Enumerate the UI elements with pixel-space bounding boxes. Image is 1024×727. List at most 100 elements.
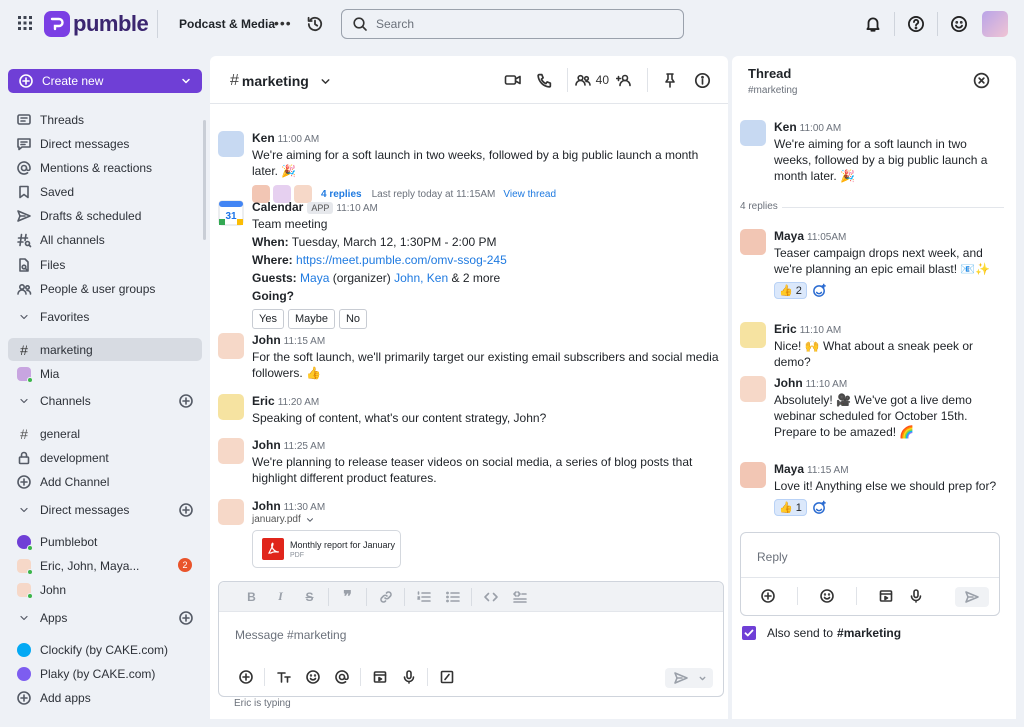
sender-name[interactable]: Calendar: [252, 200, 303, 214]
close-icon[interactable]: [973, 72, 990, 89]
sidebar-item-plaky[interactable]: Plaky (by CAKE.com): [8, 662, 202, 685]
thread-reply[interactable]: Maya 11:15 AM Love it! Anything else we s…: [740, 462, 1010, 518]
guest-link[interactable]: John,: [394, 271, 423, 285]
rsvp-maybe-button[interactable]: Maybe: [287, 309, 335, 329]
sender-name[interactable]: John: [252, 438, 281, 452]
sidebar-item-john[interactable]: John: [8, 578, 202, 601]
user-avatar[interactable]: [982, 11, 1008, 37]
reply-count-link[interactable]: 4 replies: [321, 189, 362, 200]
add-member-icon[interactable]: [609, 68, 641, 92]
also-send-checkbox[interactable]: [742, 626, 756, 640]
search-bar[interactable]: [341, 9, 684, 39]
sender-name[interactable]: Ken: [252, 131, 275, 145]
avatar[interactable]: [740, 229, 766, 255]
add-channel-button[interactable]: Add Channel: [8, 470, 202, 493]
sidebar-item-group-dm[interactable]: Eric, John, Maya... 2: [8, 554, 202, 577]
guest-link[interactable]: Ken: [427, 271, 448, 285]
pin-icon[interactable]: [654, 68, 686, 92]
app-grid-icon[interactable]: [18, 16, 32, 30]
plus-circle-icon[interactable]: [231, 666, 260, 688]
thread-reply[interactable]: John 11:10 AM Absolutely! 🎥 We've got a l…: [740, 376, 1010, 440]
avatar[interactable]: [218, 333, 244, 359]
history-icon[interactable]: [306, 15, 324, 33]
status-emoji-icon[interactable]: [944, 10, 974, 38]
reaction-chip[interactable]: 👍 2: [774, 282, 807, 299]
phone-icon[interactable]: [529, 68, 561, 92]
search-input[interactable]: [376, 17, 656, 31]
sidebar-item-pumblebot[interactable]: Pumblebot: [8, 530, 202, 553]
sidebar-item-threads[interactable]: Threads: [8, 108, 202, 131]
guest-link[interactable]: Maya: [300, 271, 329, 285]
sidebar-item-mentions[interactable]: Mentions & reactions: [8, 156, 202, 179]
sender-name[interactable]: Maya: [774, 229, 804, 243]
help-icon[interactable]: [901, 10, 931, 38]
event-title-link[interactable]: Team meeting: [252, 216, 722, 232]
plus-circle-icon[interactable]: [753, 585, 783, 607]
create-new-button[interactable]: Create new: [8, 69, 202, 93]
gif-icon[interactable]: [871, 585, 901, 607]
favorites-section-toggle[interactable]: Favorites: [8, 305, 202, 328]
add-circle-icon[interactable]: [178, 393, 194, 409]
sender-name[interactable]: John: [252, 333, 281, 347]
sidebar-item-development[interactable]: development: [8, 446, 202, 469]
avatar[interactable]: [218, 438, 244, 464]
add-reaction-icon[interactable]: [811, 282, 828, 299]
message-item[interactable]: Eric 11:20 AM Speaking of content, what's…: [218, 394, 718, 426]
link-icon[interactable]: [371, 587, 400, 607]
emoji-icon[interactable]: [812, 585, 842, 607]
text-format-icon[interactable]: [269, 666, 298, 688]
code-icon[interactable]: [476, 587, 505, 607]
sidebar-item-saved[interactable]: Saved: [8, 180, 202, 203]
sidebar-item-marketing[interactable]: # marketing: [8, 338, 202, 361]
sidebar-item-all-channels[interactable]: All channels: [8, 228, 202, 251]
microphone-icon[interactable]: [394, 666, 423, 688]
message-item[interactable]: 31 Calendar APP 11:10 AM Team meeting When…: [218, 200, 718, 329]
meeting-link[interactable]: https://meet.pumble.com/omv-ssog-245: [296, 253, 507, 267]
rsvp-yes-button[interactable]: Yes: [252, 309, 284, 329]
message-item[interactable]: John 11:25 AM We're planning to release t…: [218, 438, 718, 486]
sender-name[interactable]: Eric: [774, 322, 797, 336]
avatar[interactable]: [218, 499, 244, 525]
thread-channel[interactable]: #marketing: [748, 85, 797, 96]
rsvp-no-button[interactable]: No: [338, 309, 368, 329]
reaction-chip[interactable]: 👍 1: [774, 499, 807, 516]
avatar[interactable]: [740, 462, 766, 488]
notifications-icon[interactable]: [858, 10, 888, 38]
mention-icon[interactable]: [327, 666, 356, 688]
message-item[interactable]: Ken 11:00 AM We're aiming for a soft laun…: [218, 131, 718, 203]
file-attachment[interactable]: Monthly report for January PDF: [252, 530, 401, 568]
bold-icon[interactable]: B: [237, 587, 266, 607]
pumble-logo[interactable]: pumble: [44, 11, 149, 37]
message-input[interactable]: [235, 628, 695, 648]
avatar[interactable]: [218, 394, 244, 420]
avatar[interactable]: [740, 120, 766, 146]
chevron-down-icon[interactable]: [698, 674, 707, 683]
sender-name[interactable]: John: [252, 499, 281, 513]
quote-icon[interactable]: ❞: [333, 587, 362, 607]
thread-reply[interactable]: Eric 11:10 AM Nice! 🙌 What about a sneak …: [740, 322, 1010, 369]
strikethrough-icon[interactable]: S: [295, 587, 324, 607]
send-button[interactable]: [955, 587, 989, 607]
thread-reply[interactable]: Maya 11:05AM Teaser campaign drops next w…: [740, 229, 1010, 303]
sidebar-item-clockify[interactable]: Clockify (by CAKE.com): [8, 638, 202, 661]
sidebar-item-people[interactable]: People & user groups: [8, 277, 202, 300]
channel-title[interactable]: # marketing: [230, 72, 332, 90]
video-call-icon[interactable]: [497, 68, 529, 92]
avatar[interactable]: [740, 322, 766, 348]
gif-icon[interactable]: [365, 666, 394, 688]
file-toggle[interactable]: january.pdf: [252, 514, 722, 525]
sidebar-item-files[interactable]: Files: [8, 253, 202, 276]
members-button[interactable]: 40: [574, 68, 609, 92]
sidebar-item-mia[interactable]: Mia: [8, 362, 202, 385]
slash-command-icon[interactable]: [432, 666, 461, 688]
message-item[interactable]: John 11:15 AM For the soft launch, we'll …: [218, 333, 719, 381]
send-button[interactable]: [665, 668, 713, 688]
numbered-list-icon[interactable]: [409, 587, 438, 607]
thread-parent-message[interactable]: Ken 11:00 AM We're aiming for a soft laun…: [740, 120, 1010, 184]
dm-section-toggle[interactable]: Direct messages: [8, 498, 202, 521]
channels-section-toggle[interactable]: Channels: [8, 389, 202, 412]
also-send-option[interactable]: Also send to #marketing: [742, 626, 901, 640]
sidebar-item-drafts[interactable]: Drafts & scheduled: [8, 204, 202, 227]
italic-icon[interactable]: I: [266, 587, 295, 607]
message-item[interactable]: John 11:30 AM january.pdf Monthly report …: [218, 499, 718, 571]
